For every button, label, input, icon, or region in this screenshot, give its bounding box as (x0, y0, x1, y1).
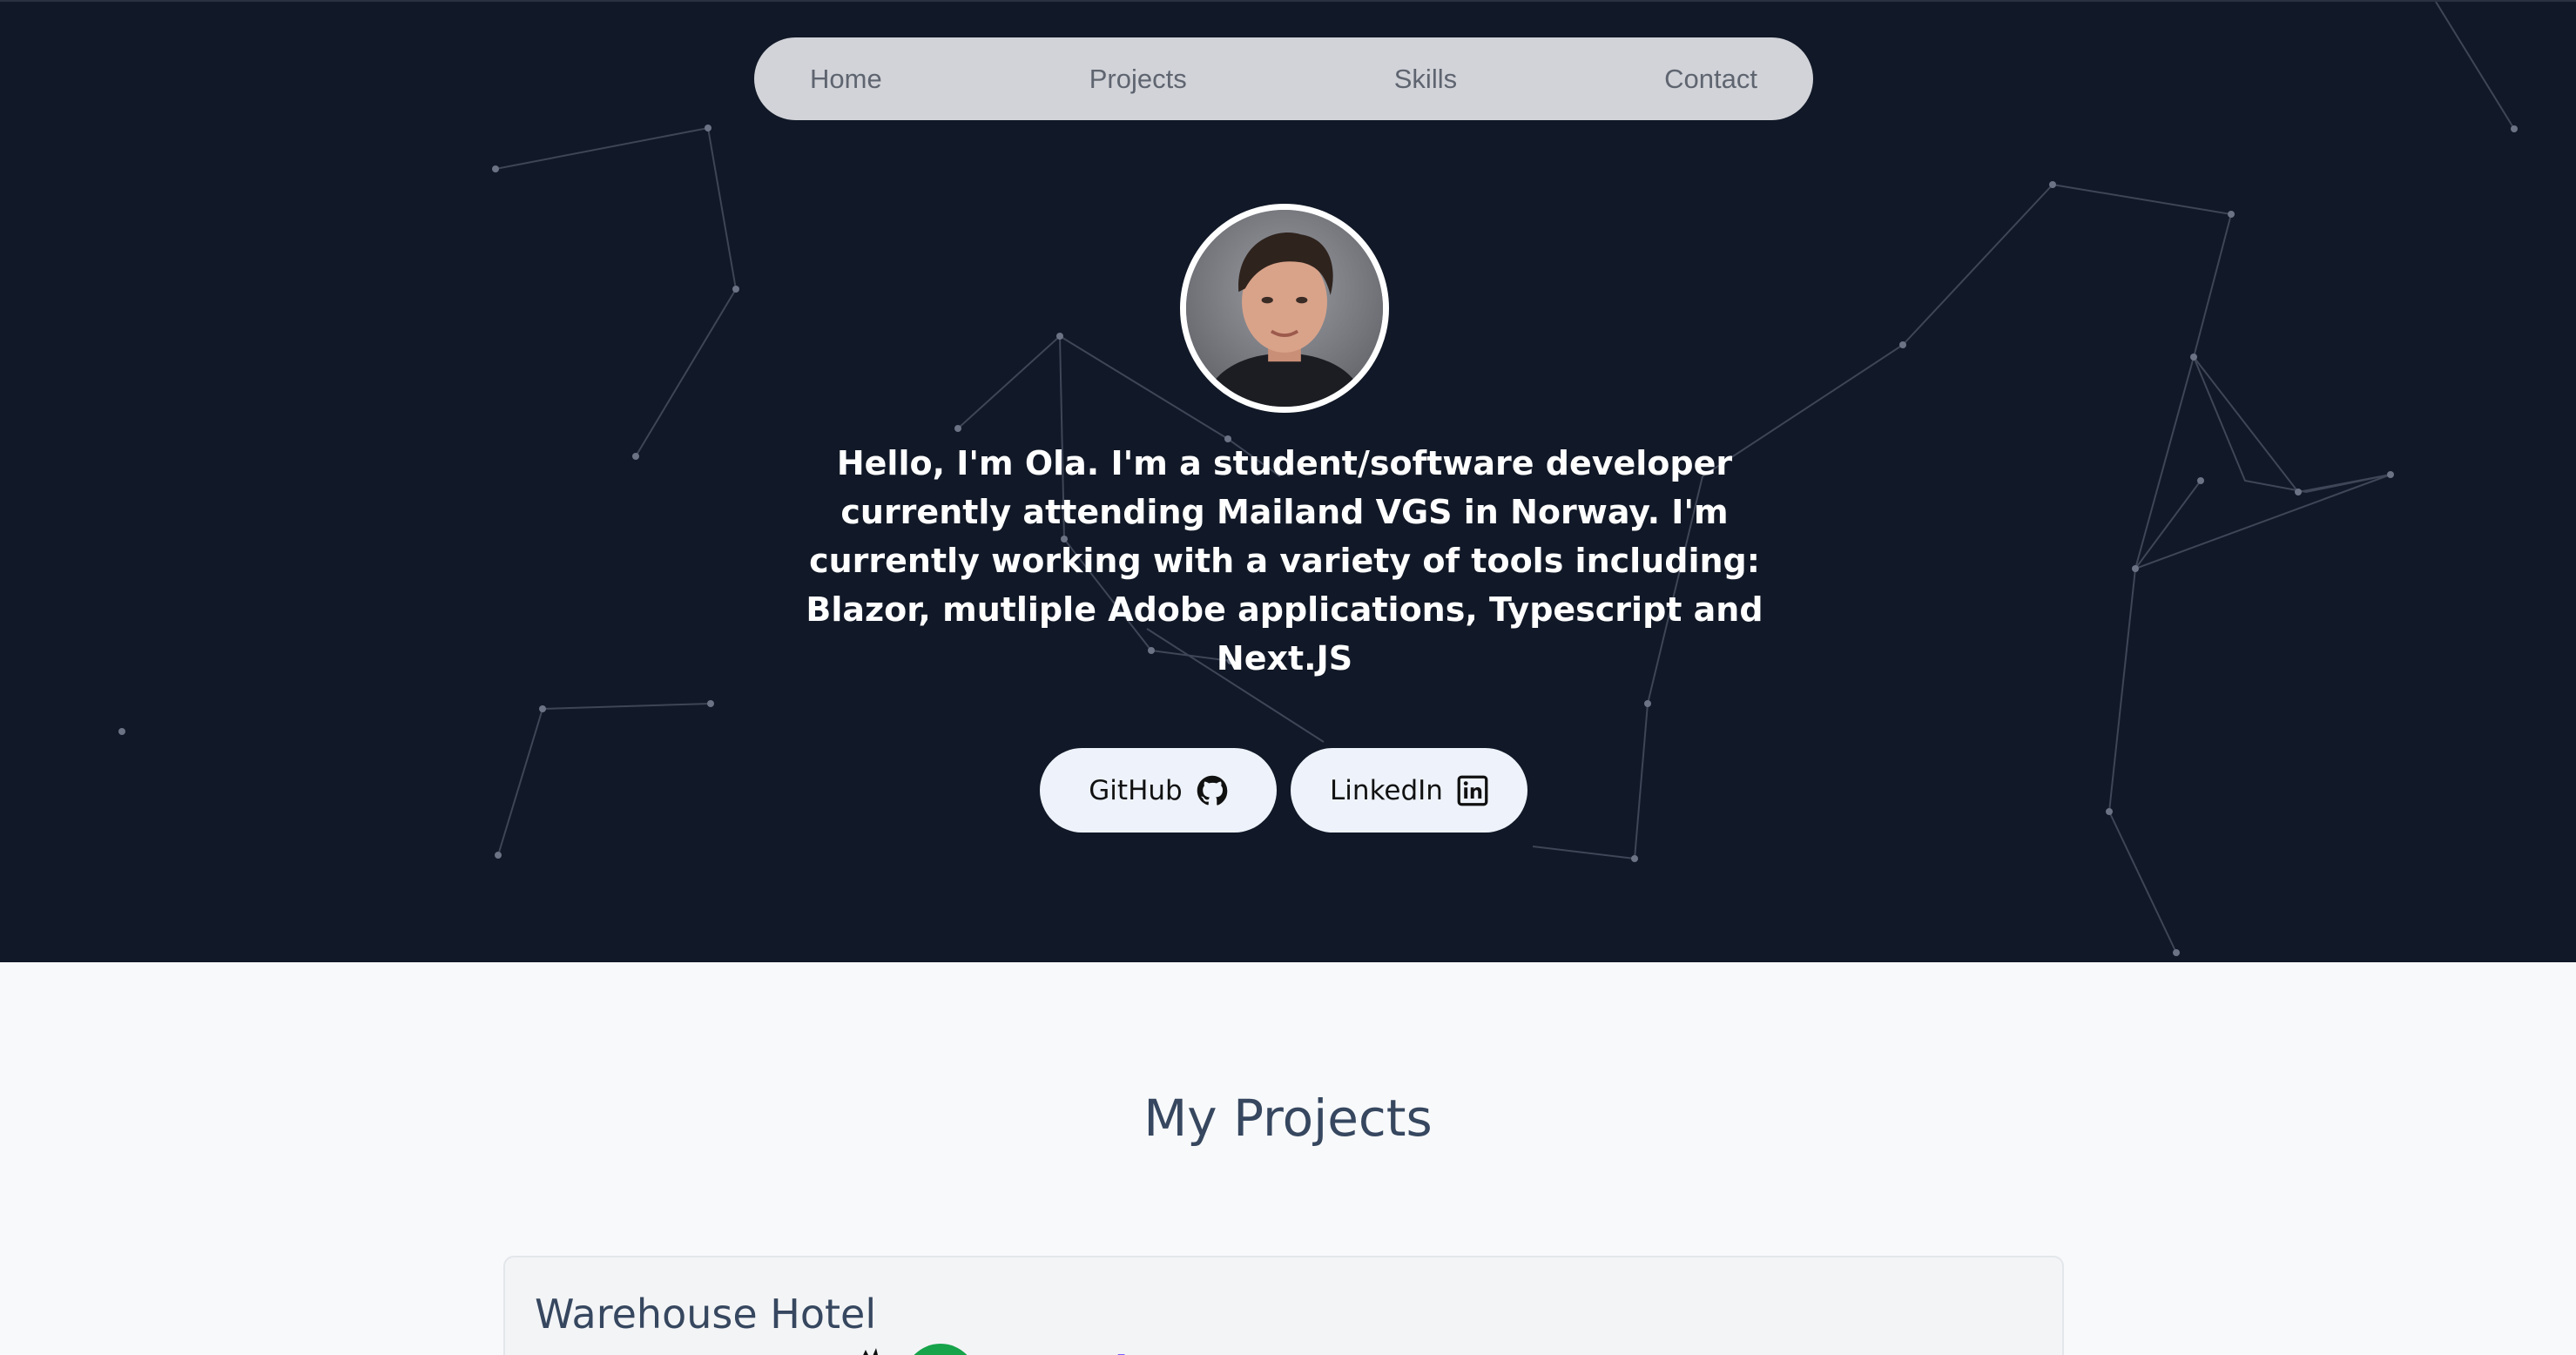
tech-stack-icons: i (863, 1344, 1128, 1355)
linkedin-button-label: LinkedIn (1330, 774, 1443, 806)
ionic-icon: i (1115, 1348, 1128, 1355)
project-card-title: Warehouse Hotel (535, 1291, 877, 1338)
intro-text: Hello, I'm Ola. I'm a student/software d… (806, 444, 1763, 678)
nav-home[interactable]: Home (810, 64, 882, 95)
github-button[interactable]: GitHub (1040, 748, 1277, 833)
portfolio-page: Home Projects Skills Contact Hello, I'm … (0, 0, 2576, 1355)
profile-avatar (1180, 204, 1389, 413)
github-icon (1197, 775, 1227, 806)
linkedin-button[interactable]: LinkedIn (1291, 748, 1527, 833)
profile-photo-icon (1186, 210, 1383, 407)
nav-projects[interactable]: Projects (1089, 64, 1187, 95)
linkedin-icon (1457, 775, 1488, 806)
projects-section-title: My Projects (1143, 1089, 1433, 1148)
nav-skills[interactable]: Skills (1394, 64, 1457, 95)
spotify-icon (914, 1344, 968, 1355)
nextjs-icon (863, 1348, 878, 1355)
github-button-label: GitHub (1089, 774, 1183, 806)
project-card[interactable]: Warehouse Hotel i (503, 1256, 2064, 1355)
top-navigation: Home Projects Skills Contact (754, 37, 1813, 120)
nav-contact[interactable]: Contact (1664, 64, 1757, 95)
hero-section: Home Projects Skills Contact Hello, I'm … (0, 0, 2576, 962)
